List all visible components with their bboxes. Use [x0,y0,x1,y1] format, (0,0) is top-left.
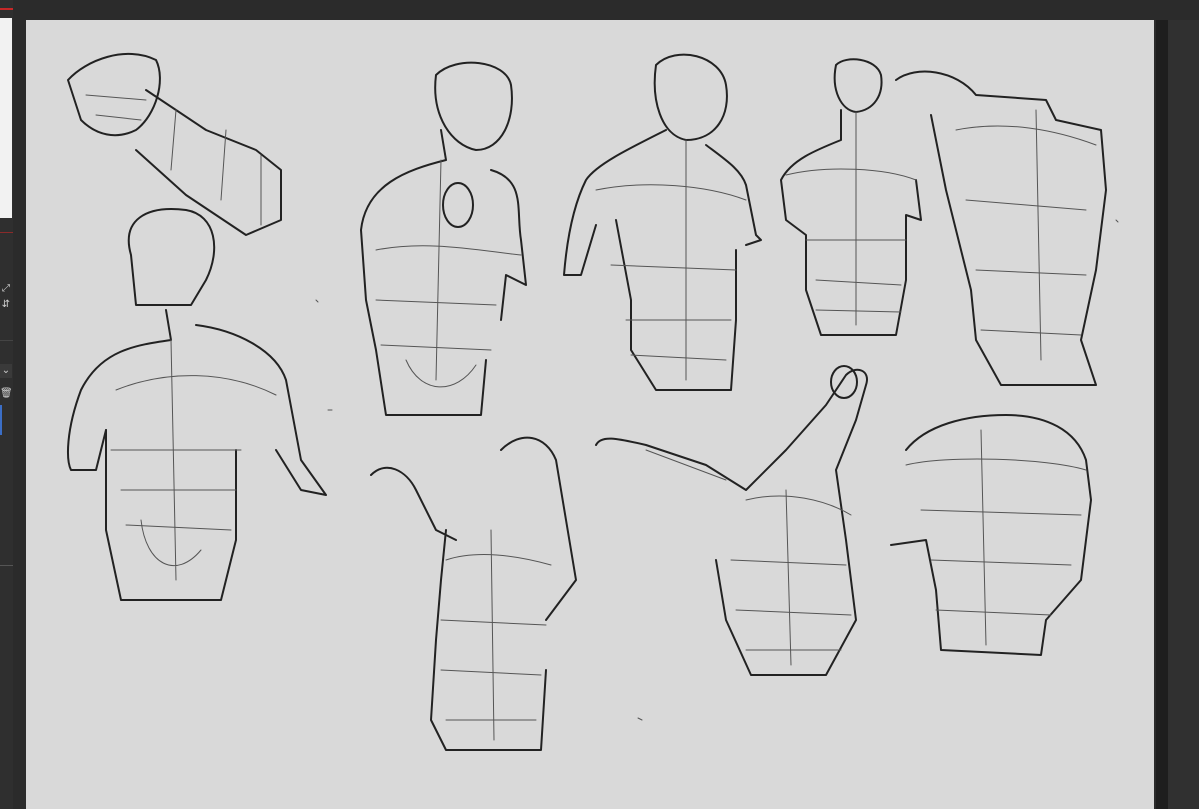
torso-sketch [360,61,527,416]
torso-sketch [595,365,868,676]
layer-panel: ⤢ ⇵ ⌄ 🗑 [0,0,13,809]
torso-sketch [890,414,1092,656]
torso-sketch [67,52,282,236]
torso-sketch [67,208,327,601]
chevron-down-icon[interactable]: ⌄ [0,364,12,378]
torso-sketch [780,58,922,336]
panel-separator [0,340,13,341]
scrollbar-track[interactable] [1156,20,1168,809]
layer-thumbnail[interactable] [0,18,12,218]
sketch-artwork [67,52,1119,751]
torso-sketch [563,53,762,391]
panel-bottom-divider [0,565,13,566]
selected-layer-indicator [0,405,2,435]
flip-vertical-icon[interactable]: ⇵ [0,298,12,312]
panel-accent-line [0,8,13,10]
torso-sketch [895,70,1107,386]
resize-icon[interactable]: ⤢ [0,282,12,296]
panel-divider [0,232,13,233]
trash-icon[interactable]: 🗑 [0,387,13,401]
torso-sketch [370,436,577,751]
